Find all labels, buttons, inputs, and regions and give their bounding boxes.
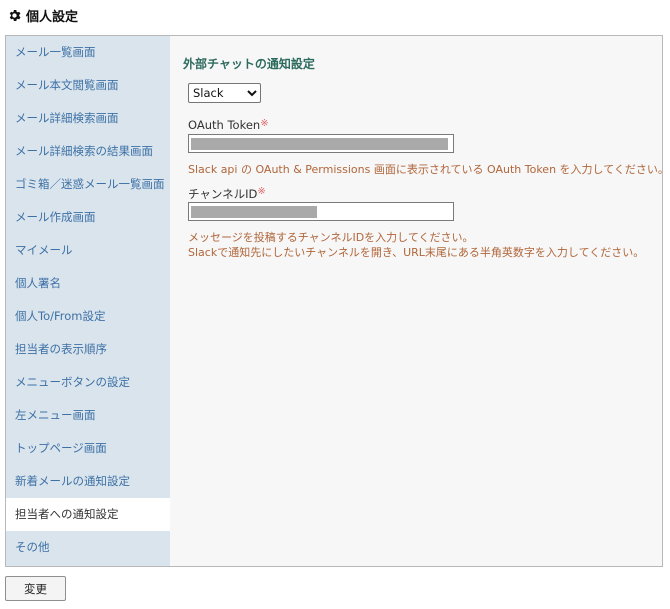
settings-content: 外部チャットの通知設定 Slack OAuth Token※ Slack api… xyxy=(170,36,669,566)
sidebar-item[interactable]: メール詳細検索画面 xyxy=(6,102,170,135)
settings-sidebar: メール一覧画面 メール本文閲覧画面 メール詳細検索画面 メール詳細検索の結果画面 ゴミ箱… xyxy=(6,36,170,566)
sidebar-item[interactable]: マイメール xyxy=(6,234,170,267)
sidebar-item[interactable]: メール詳細検索の結果画面 xyxy=(6,135,170,168)
chat-service-select[interactable]: Slack xyxy=(188,83,261,103)
gear-icon xyxy=(9,9,21,21)
required-mark: ※ xyxy=(260,118,269,129)
page-title: 個人設定 xyxy=(26,9,79,25)
channel-id-help: メッセージを投稿するチャンネルIDを入力してください。 Slackで通知先にした… xyxy=(188,231,645,259)
sidebar-item[interactable]: メール作成画面 xyxy=(6,201,170,234)
sidebar-item[interactable]: トップページ画面 xyxy=(6,432,170,465)
section-title: 外部チャットの通知設定 xyxy=(183,57,315,71)
oauth-token-help: Slack api の OAuth & Permissions 画面に表示されて… xyxy=(188,163,669,176)
sidebar-item[interactable]: メール本文閲覧画面 xyxy=(6,69,170,102)
sidebar-item[interactable]: その他 xyxy=(6,531,170,564)
oauth-token-input[interactable] xyxy=(188,134,454,153)
submit-button[interactable]: 変更 xyxy=(5,576,66,601)
sidebar-item[interactable]: 担当者の表示順序 xyxy=(6,333,170,366)
sidebar-item[interactable]: メール一覧画面 xyxy=(6,36,170,69)
sidebar-item[interactable]: メニューボタンの設定 xyxy=(6,366,170,399)
sidebar-item[interactable]: 個人To/From設定 xyxy=(6,300,170,333)
masked-value xyxy=(191,206,317,218)
sidebar-item[interactable]: 個人署名 xyxy=(6,267,170,300)
required-mark: ※ xyxy=(257,186,266,197)
sidebar-item[interactable]: 新着メールの通知設定 xyxy=(6,465,170,498)
settings-panel: メール一覧画面 メール本文閲覧画面 メール詳細検索画面 メール詳細検索の結果画面 ゴミ箱… xyxy=(5,35,669,567)
page-header: 個人設定 xyxy=(7,6,79,25)
oauth-token-label: OAuth Token※ xyxy=(188,118,269,132)
channel-id-label: チャンネルID※ xyxy=(188,186,266,201)
channel-id-input[interactable] xyxy=(188,202,454,221)
sidebar-item[interactable]: 担当者への通知設定 xyxy=(6,498,170,531)
sidebar-item[interactable]: 左メニュー画面 xyxy=(6,399,170,432)
sidebar-item[interactable]: ゴミ箱／迷惑メール一覧画面 xyxy=(6,168,170,201)
masked-value xyxy=(191,138,448,150)
